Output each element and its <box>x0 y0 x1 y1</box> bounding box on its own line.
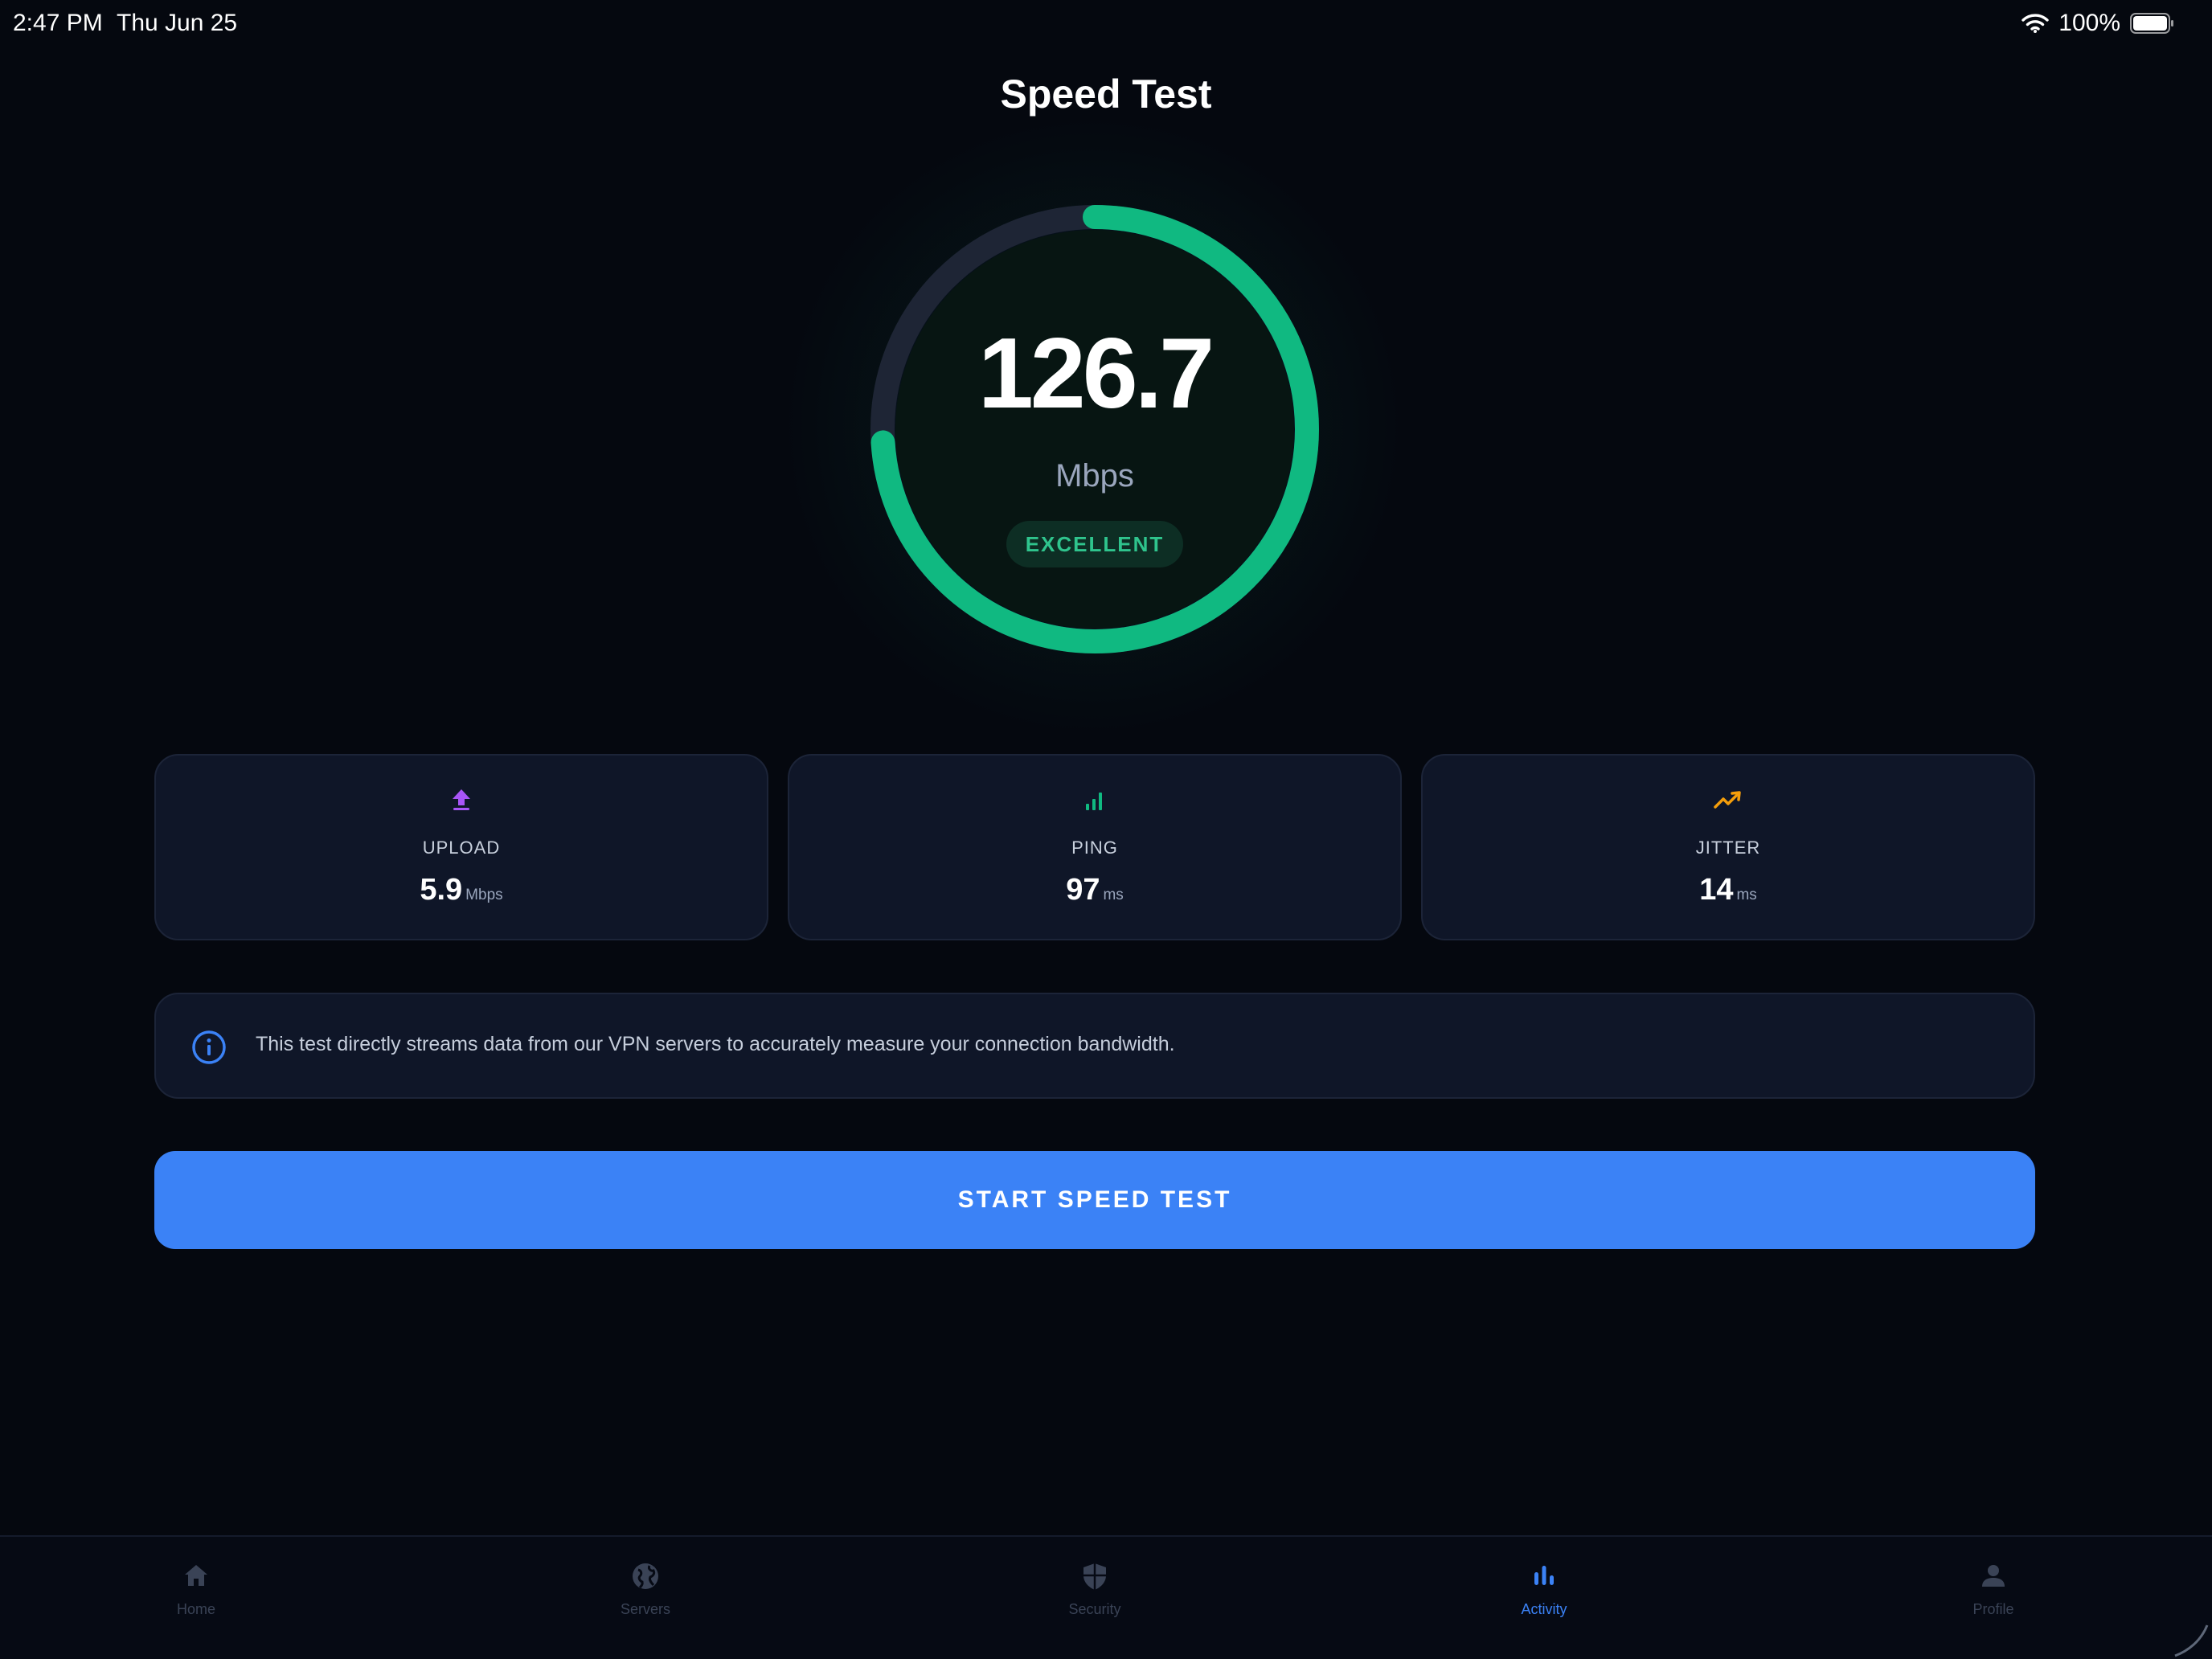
globe-icon <box>633 1563 658 1589</box>
upload-value: 5.9 <box>420 873 463 907</box>
status-indicators: 100% <box>2022 10 2175 37</box>
rating-badge: EXCELLENT <box>1006 521 1183 567</box>
wifi-icon <box>2022 14 2049 33</box>
speed-test-screen: 2:47 PM Thu Jun 25 100% Speed Test <box>0 0 2212 1659</box>
tab-servers-label: Servers <box>620 1601 670 1617</box>
ping-label: PING <box>1071 838 1118 858</box>
battery-percent: 100% <box>2058 10 2120 36</box>
home-icon <box>185 1565 207 1586</box>
shield-icon <box>1083 1563 1106 1590</box>
signal-icon <box>1086 793 1102 810</box>
upload-icon <box>453 789 470 810</box>
ping-card: PING 97 ms <box>788 754 1402 940</box>
info-text: This test directly streams data from our… <box>256 1033 1175 1055</box>
tab-activity[interactable]: Activity <box>1448 1537 1641 1659</box>
upload-label: UPLOAD <box>422 838 501 858</box>
tab-bar: Home Servers Security Activity Profile <box>0 1535 2212 1659</box>
corner-indicator <box>2174 1624 2209 1657</box>
status-time: 2:47 PM <box>13 10 103 36</box>
upload-unit: Mbps <box>465 887 503 903</box>
ping-unit: ms <box>1103 887 1124 903</box>
tab-activity-label: Activity <box>1521 1601 1567 1617</box>
tab-security-label: Security <box>1068 1601 1121 1617</box>
ping-value: 97 <box>1066 873 1100 907</box>
jitter-card: JITTER 14 ms <box>1421 754 2035 940</box>
speed-gauge: 126.7 Mbps EXCELLENT <box>870 204 1320 654</box>
jitter-unit: ms <box>1736 887 1757 903</box>
download-speed-value: 126.7 <box>977 318 1215 429</box>
jitter-value: 14 <box>1699 873 1734 907</box>
info-banner: This test directly streams data from our… <box>154 993 2035 1099</box>
tab-security[interactable]: Security <box>998 1537 1191 1659</box>
status-bar: 2:47 PM Thu Jun 25 100% <box>0 0 2212 48</box>
battery-icon <box>2130 13 2173 34</box>
tab-home[interactable]: Home <box>100 1537 293 1659</box>
tab-profile[interactable]: Profile <box>1897 1537 2090 1659</box>
tab-profile-label: Profile <box>1972 1601 2014 1617</box>
jitter-label: JITTER <box>1695 838 1761 858</box>
start-speed-test-button[interactable]: START SPEED TEST <box>154 1151 2035 1249</box>
status-date: Thu Jun 25 <box>117 10 238 36</box>
trend-icon <box>1714 791 1741 809</box>
bar-chart-icon <box>1534 1566 1554 1585</box>
upload-card: UPLOAD 5.9 Mbps <box>154 754 768 940</box>
info-icon <box>192 1030 226 1064</box>
download-speed-unit: Mbps <box>1055 458 1134 494</box>
person-icon <box>1982 1565 2005 1587</box>
tab-home-label: Home <box>176 1601 215 1617</box>
tab-servers[interactable]: Servers <box>549 1537 742 1659</box>
